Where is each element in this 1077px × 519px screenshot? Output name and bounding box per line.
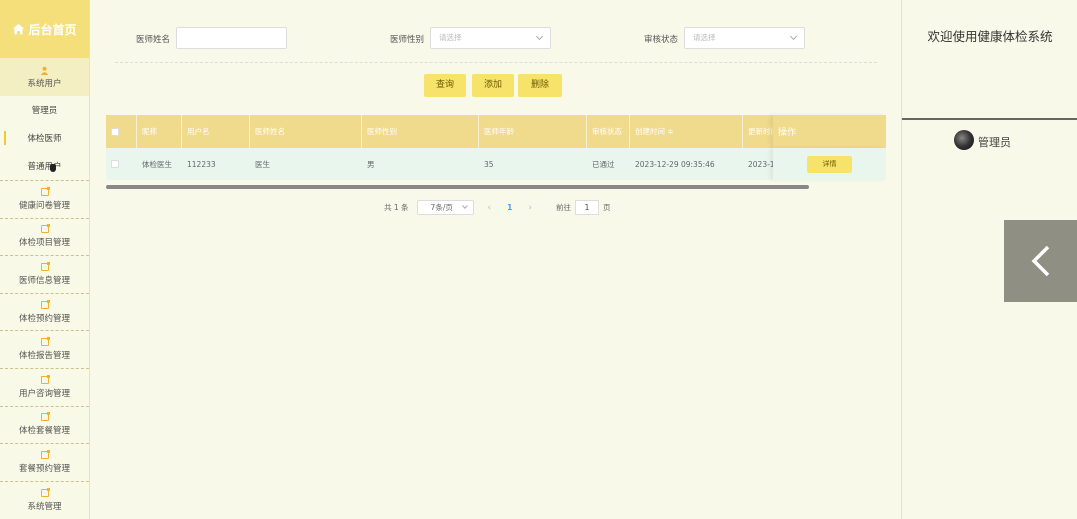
- chevron-down-icon: [535, 32, 544, 41]
- sidebar-item-label: 体检医师: [27, 134, 62, 144]
- pagination: 共 1 条 7条/页 ‹ 1 › 前往 1 页: [384, 200, 610, 215]
- column-header[interactable]: 医师姓名: [250, 115, 362, 148]
- add-button[interactable]: 添加: [472, 74, 514, 97]
- sidebar-item-label: 管理员: [31, 106, 58, 116]
- user-icon: [40, 66, 49, 75]
- edit-icon: [40, 374, 50, 384]
- query-button[interactable]: 查询: [424, 74, 466, 97]
- menu-label: 套餐预约管理: [18, 463, 70, 474]
- doctor-gender-select[interactable]: 请选择: [430, 27, 551, 49]
- sidebar-menu-exam-report[interactable]: 体检报告管理: [0, 330, 89, 368]
- table-cell: 112233: [187, 159, 216, 169]
- menu-label: 健康问卷管理: [18, 200, 70, 211]
- edit-icon: [40, 224, 50, 234]
- sidebar-menu-consult[interactable]: 用户咨询管理: [0, 367, 89, 406]
- sidebar-menu-exam-booking[interactable]: 体检预约管理: [0, 292, 89, 331]
- menu-label: 体检项目管理: [18, 238, 70, 249]
- divider: [115, 62, 877, 63]
- table-cell: 男: [367, 159, 375, 169]
- sidebar-item-normal-user[interactable]: 普通用户: [0, 152, 89, 180]
- table-cell: 体检医生: [142, 159, 172, 169]
- actions-header-label: 操作: [778, 128, 797, 138]
- edit-icon: [40, 261, 50, 271]
- next-page-icon[interactable]: ›: [528, 203, 532, 213]
- sidebar-system-users[interactable]: 系统用户: [0, 58, 89, 96]
- table-horizontal-scrollbar[interactable]: [106, 185, 809, 189]
- edit-icon: [40, 337, 50, 347]
- doctor-name-input[interactable]: [176, 27, 287, 49]
- sidebar-menu-package-booking[interactable]: 套餐预约管理: [0, 443, 89, 481]
- column-header-sortable[interactable]: 创建时间 ≑: [630, 115, 743, 148]
- sidebar-item-admin[interactable]: 管理员: [0, 96, 89, 124]
- doctor-table: 昵称 用户名 医师姓名 医师性别 医师年龄 审核状态 创建时间 ≑ 更新时间 操…: [106, 115, 886, 180]
- detail-button[interactable]: 详情: [807, 155, 852, 173]
- delete-button[interactable]: 删除: [518, 74, 562, 97]
- sidebar-menu-exam-items[interactable]: 体检项目管理: [0, 217, 89, 256]
- menu-label: 体检套餐管理: [18, 426, 70, 437]
- column-header-actions: 操作: [773, 115, 886, 148]
- column-header[interactable]: 昵称: [137, 115, 182, 148]
- sidebar-item-doctor[interactable]: 体检医师: [0, 124, 89, 152]
- username[interactable]: 管理员: [978, 134, 1011, 150]
- table-cell: 医生: [255, 159, 270, 169]
- sidebar-menu-doctor-info[interactable]: 医师信息管理: [0, 255, 89, 293]
- main-content: 医师姓名 医师性别 请选择 审核状态 请选择 查询 添加 删除 昵称 用户名 医…: [91, 0, 901, 519]
- page-size-value: 7条/页: [430, 203, 453, 212]
- divider: [902, 118, 1077, 120]
- menu-label: 体检报告管理: [18, 351, 70, 362]
- gender-placeholder: 请选择: [439, 33, 462, 42]
- sidebar-menu-package[interactable]: 体检套餐管理: [0, 405, 89, 444]
- menu-label: 用户咨询管理: [18, 388, 70, 399]
- avatar[interactable]: [954, 130, 974, 150]
- row-select-cell: [106, 148, 137, 180]
- review-status-label: 审核状态: [644, 35, 679, 45]
- goto-suffix: 页: [602, 203, 611, 212]
- select-all-checkbox[interactable]: [111, 127, 119, 136]
- menu-label: 系统管理: [27, 501, 62, 512]
- home-link[interactable]: 后台首页: [0, 0, 89, 58]
- welcome-title: 欢迎使用健康体检系统: [927, 29, 1053, 44]
- edit-icon: [40, 412, 50, 422]
- settings-icon: [40, 487, 50, 497]
- edit-icon: [40, 299, 50, 309]
- goto-label: 前往: [555, 203, 571, 212]
- edit-icon: [40, 186, 50, 196]
- sidebar: 后台首页 系统用户 管理员 体检医师 普通用户 健康问卷管理 体检项目管理 医师…: [0, 0, 90, 519]
- sidebar-menu-system[interactable]: 系统管理: [0, 480, 89, 519]
- page-number-current[interactable]: 1: [507, 203, 512, 212]
- row-checkbox[interactable]: [111, 160, 119, 168]
- menu-label: 医师信息管理: [18, 275, 70, 286]
- page-size-select[interactable]: 7条/页: [416, 200, 474, 215]
- column-header[interactable]: 医师年龄: [479, 115, 587, 148]
- collapse-panel-button[interactable]: [1004, 220, 1077, 302]
- table-cell: 35: [484, 159, 494, 169]
- table-header: 昵称 用户名 医师姓名 医师性别 医师年龄 审核状态 创建时间 ≑ 更新时间 操…: [106, 115, 886, 148]
- doctor-name-label: 医师姓名: [136, 35, 171, 45]
- chevron-left-icon: [1031, 245, 1049, 277]
- select-all-cell: [106, 115, 137, 148]
- total-count: 共 1 条: [384, 203, 409, 212]
- chevron-down-icon: [461, 203, 468, 209]
- table-cell: 已通过: [592, 159, 615, 169]
- goto-page-input[interactable]: 1: [574, 200, 599, 215]
- system-users-label: 系统用户: [27, 78, 62, 89]
- review-status-select[interactable]: 请选择: [684, 27, 805, 49]
- edit-icon: [40, 449, 50, 459]
- prev-page-icon[interactable]: ‹: [488, 203, 492, 213]
- column-header[interactable]: 用户名: [182, 115, 250, 148]
- table-cell: 2023-12-29 09:35:46: [635, 159, 715, 169]
- sidebar-menu-questionnaire[interactable]: 健康问卷管理: [0, 180, 89, 218]
- column-header[interactable]: 审核状态: [587, 115, 630, 148]
- status-placeholder: 请选择: [693, 33, 716, 42]
- table-row[interactable]: 体检医生 112233 医生 男 35 已通过 2023-12-29 09:35…: [106, 148, 886, 180]
- chevron-down-icon: [789, 32, 798, 41]
- column-header[interactable]: 医师性别: [362, 115, 479, 148]
- doctor-gender-label: 医师性别: [390, 35, 425, 45]
- row-actions: 详情: [773, 148, 886, 180]
- menu-label: 体检预约管理: [18, 313, 70, 324]
- home-icon: [13, 23, 25, 34]
- home-label: 后台首页: [28, 22, 77, 37]
- sidebar-item-label: 普通用户: [27, 162, 62, 172]
